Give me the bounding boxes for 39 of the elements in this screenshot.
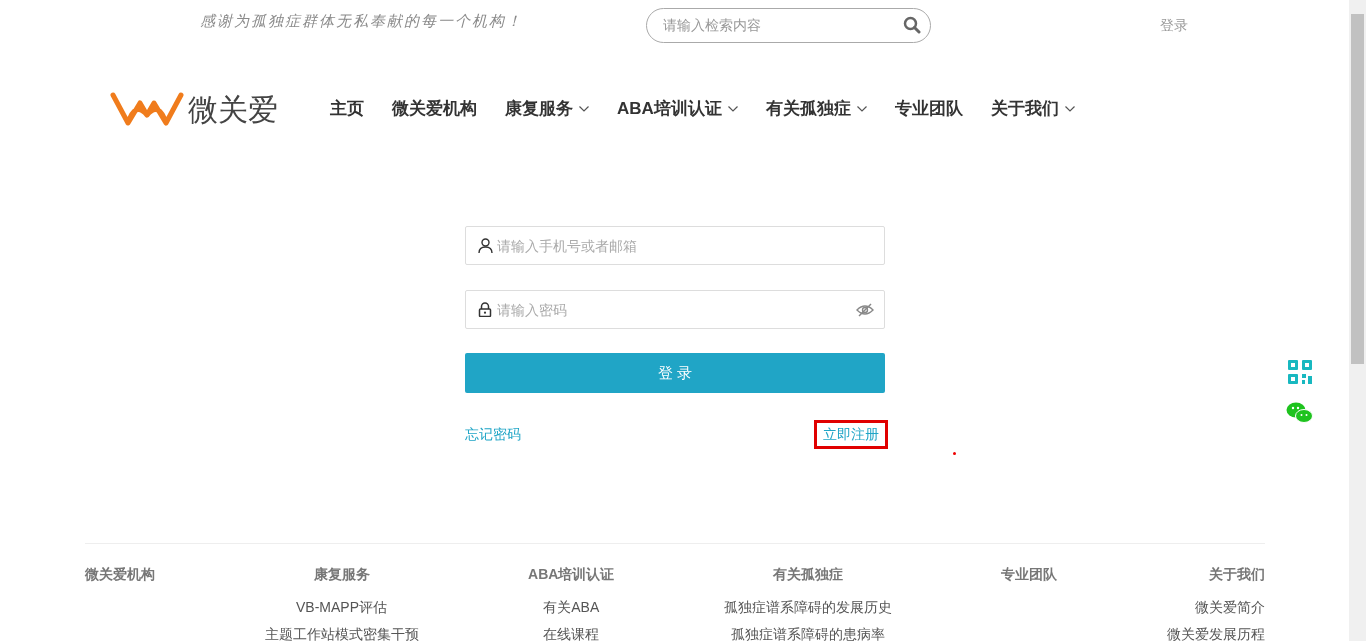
nav-item[interactable]: 主页	[330, 96, 364, 122]
logo-icon	[110, 89, 184, 129]
footer-heading[interactable]: ABA培训认证	[528, 567, 615, 581]
footer-link[interactable]: 微关爱发展历程	[1167, 627, 1265, 641]
footer-heading[interactable]: 关于我们	[1209, 567, 1265, 581]
caret-icon	[579, 106, 589, 112]
scrollbar-thumb[interactable]	[1351, 14, 1364, 364]
footer-link[interactable]: 孤独症谱系障碍的发展历史	[723, 600, 892, 614]
password-field[interactable]: 请输入密码	[465, 290, 885, 329]
footer-link[interactable]: 有关ABA	[543, 600, 600, 614]
account-field[interactable]: 请输入手机号或者邮箱	[465, 226, 885, 265]
eye-slash-icon[interactable]	[856, 303, 874, 317]
logo-text: 微关爱	[188, 91, 278, 128]
nav-item[interactable]: 微关爱机构	[392, 96, 477, 122]
nav-item[interactable]: 关于我们	[990, 96, 1075, 122]
lock-icon	[478, 302, 492, 317]
footer-link[interactable]: 主题工作站模式密集干预	[264, 627, 419, 641]
slogan-text: 感谢为孤独症群体无私奉献的每一个机构！	[200, 11, 524, 32]
footer-heading[interactable]: 有关孤独症	[772, 567, 843, 581]
chat-bubbles-icon[interactable]	[1286, 402, 1313, 424]
footer-heading[interactable]: 康复服务	[313, 567, 370, 581]
caret-icon	[727, 106, 738, 112]
nav-item[interactable]: 康复服务	[505, 96, 589, 122]
caret-icon	[856, 106, 867, 112]
nav-item[interactable]: 专业团队	[894, 96, 963, 122]
search-icon[interactable]	[903, 15, 921, 34]
footer-link[interactable]: 微关爱简介	[1195, 600, 1265, 614]
footer-link[interactable]: VB-MAPP评估	[296, 600, 388, 614]
nav-item[interactable]: ABA培训认证	[617, 96, 738, 122]
footer-heading[interactable]: 专业团队	[1001, 567, 1058, 581]
caret-icon	[1064, 106, 1075, 112]
user-icon	[478, 238, 493, 253]
footer-link[interactable]: 孤独症谱系障碍的患病率	[730, 627, 885, 641]
nav-item[interactable]: 有关孤独症	[765, 96, 867, 122]
scrollbar[interactable]	[1349, 0, 1366, 641]
search-field[interactable]: 请输入检索内容	[646, 7, 931, 43]
qr-code-icon[interactable]	[1287, 360, 1312, 384]
footer-link[interactable]: 在线课程	[543, 627, 600, 641]
footer-heading[interactable]: 微关爱机构	[85, 567, 155, 581]
